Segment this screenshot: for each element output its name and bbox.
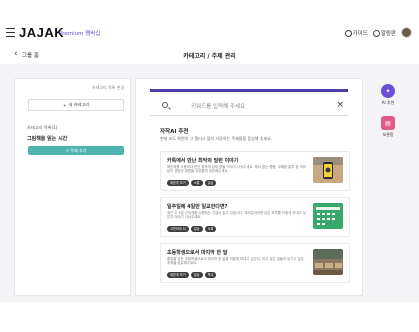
card-tags: 재밌게 보기 소통 일상	[167, 180, 217, 186]
sub-header: ‹ 그룹 홈 카테고리 / 주제 관리	[0, 46, 419, 65]
add-category-label: 새 카테고리	[68, 102, 90, 107]
tag: 재밌게 보기	[167, 180, 189, 186]
card-tags: 재밌게 보기 일상 학교	[167, 272, 217, 278]
ai-recommend-button[interactable]: ✦ AI 추천	[375, 84, 401, 106]
add-topic-button[interactable]: + 주제 추가	[28, 146, 124, 155]
premium-label: Premium 멤버십	[59, 31, 101, 37]
tag: 학교	[204, 272, 217, 278]
card-description: 졸업을 앞둔 초등학생으로서 마지막 한 달을 어떻게 보내고 싶은지, 하고 …	[167, 257, 304, 266]
bell-icon	[372, 29, 380, 37]
ai-recommend-title: 자작AI 추천	[160, 129, 189, 135]
tag: 일상	[190, 272, 203, 278]
ai-icon: ✦	[381, 84, 395, 98]
search-icon	[162, 102, 168, 108]
guide-label: 가이드	[352, 30, 368, 37]
notice-label: 알림판	[380, 30, 396, 37]
archive-label: 보관함	[382, 132, 394, 137]
top-right-actions: 가이드 알림판	[344, 27, 412, 38]
notice-button[interactable]: 알림판	[372, 29, 396, 37]
topic-panel: 키워드를 입력해 주세요 × 자작AI 추천 현재 조도 화면의 그 필터시 많…	[135, 78, 363, 296]
tag: 사회	[204, 226, 217, 232]
search-input[interactable]: 키워드를 입력해 주세요	[191, 102, 245, 110]
phone-thumbnail-image	[313, 157, 343, 183]
archive-icon: ▤	[381, 116, 395, 130]
card-tags: 고민하게 되 일상 사회	[167, 226, 217, 232]
menu-icon[interactable]	[6, 28, 15, 37]
top-bar: JAJAK Premium 멤버십 가이드 알림판	[0, 22, 419, 44]
page-title: 카테고리 / 주제 관리	[183, 53, 236, 60]
card-description: 최근 주 4일 근무제를 시행하는 기업이 늘고 있습니다. 여러분이라면 남은…	[167, 211, 306, 220]
card-description: 메신저를 사용하다 만난 최악의 상대 방을 이야기 나눠주세요. 매너 없는 …	[167, 165, 306, 174]
card-title: 일주일에 4일만 일교한다면?	[167, 204, 228, 210]
close-icon[interactable]: ×	[336, 99, 344, 111]
card-title: 카톡에서 만난 최악의 빌런 이야기	[167, 158, 239, 164]
category-heading: 카테고리 목록(1)	[27, 125, 58, 130]
search-bar[interactable]: 키워드를 입력해 주세요 ×	[150, 99, 348, 116]
ai-recommend-subtitle: 현재 조도 화면의 그 필터시 많이 사랑하는 주제들을 동일해 추세요.	[160, 136, 273, 141]
category-panel: 카테고리 목록 변경 + 새 카테고리 카테고리 목록(1) 그림책을 읽는 시…	[14, 78, 131, 296]
tag: 고민하게 되	[167, 226, 189, 232]
topic-card[interactable]: 초등학생으로서 마지막 한 달 졸업을 앞둔 초등학생으로서 마지막 한 달을 …	[160, 243, 350, 283]
category-item[interactable]: 그림책을 읽는 시간	[27, 135, 67, 142]
topic-card[interactable]: 일주일에 4일만 일교한다면? 최근 주 4일 근무제를 시행하는 기업이 늘고…	[160, 197, 350, 237]
plus-icon: +	[62, 102, 67, 108]
app-logo[interactable]: JAJAK	[19, 25, 64, 40]
app-frame: JAJAK Premium 멤버십 가이드 알림판 ‹ 그룹 홈 카테고리 / …	[0, 0, 419, 332]
archive-button[interactable]: ▤ 보관함	[375, 116, 401, 138]
avatar[interactable]	[401, 27, 412, 38]
tag: 일상	[190, 226, 203, 232]
guide-button[interactable]: 가이드	[344, 29, 368, 37]
classroom-thumbnail-image	[313, 249, 343, 275]
calendar-thumbnail-image	[313, 203, 343, 229]
accent-strip	[150, 89, 348, 92]
tag: 소통	[190, 180, 203, 186]
topic-card[interactable]: 카톡에서 만난 최악의 빌런 이야기 메신저를 사용하다 만난 최악의 상대 방…	[160, 151, 350, 191]
compass-icon	[344, 29, 352, 37]
category-edit-link[interactable]: 카테고리 목록 변경	[92, 85, 124, 91]
tag: 재밌게 보기	[167, 272, 189, 278]
tag: 일상	[204, 180, 217, 186]
ai-recommend-label: AI 추천	[381, 100, 395, 105]
card-title: 초등학생으로서 마지막 한 달	[167, 250, 228, 256]
add-category-button[interactable]: + 새 카테고리	[28, 99, 124, 111]
